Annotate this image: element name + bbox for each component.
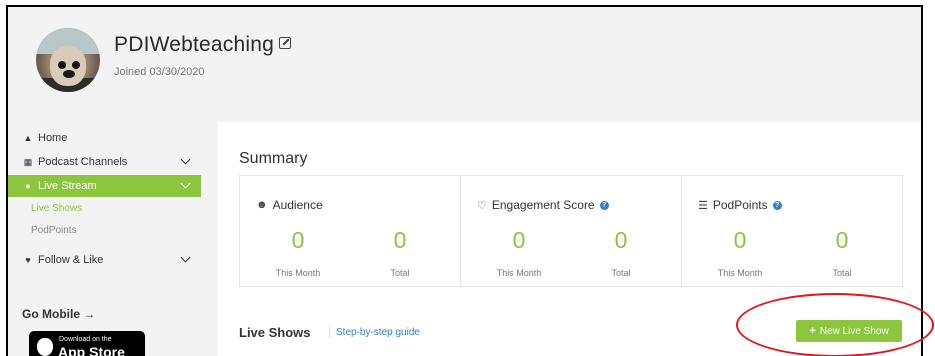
heart-icon: ♥ — [25, 255, 31, 265]
chevron-down-icon — [180, 154, 191, 165]
stat-total-value: 0 — [835, 227, 849, 253]
user-icon: ☻ — [256, 199, 268, 211]
sidebar-subitem-live-shows[interactable]: Live Shows — [31, 203, 82, 214]
broadcast-icon: ● — [25, 181, 31, 191]
app-store-label: App Store — [58, 344, 125, 356]
highlight-annotation — [736, 293, 934, 356]
stat-month-value: 0 — [733, 227, 747, 253]
heart-outline-icon: ♡ — [477, 199, 487, 212]
sidebar-item-live-stream[interactable]: ● Live Stream — [8, 175, 201, 197]
apple-icon — [37, 338, 53, 356]
stat-title: Audience — [272, 198, 323, 212]
stat-month-label: This Month — [496, 268, 542, 278]
stat-total-label: Total — [832, 268, 852, 278]
stat-title: Engagement Score — [491, 198, 595, 212]
stat-month-value: 0 — [512, 227, 526, 253]
step-by-step-guide-link[interactable]: Step-by-step guide — [329, 327, 420, 338]
app-store-badge[interactable]: Download on the App Store — [29, 331, 145, 356]
sidebar-item-label: Podcast Channels — [38, 156, 128, 168]
sidebar-item-home[interactable]: ▲ Home — [8, 127, 201, 149]
stat-month-label: This Month — [717, 268, 763, 278]
sidebar-item-follow-like[interactable]: ♥ Follow & Like — [8, 249, 201, 271]
stat-total-label: Total — [390, 268, 410, 278]
sidebar-item-label: Live Stream — [38, 180, 97, 192]
stat-card-audience: ☻ Audience 0 0 This Month Total — [240, 176, 461, 286]
edit-icon[interactable] — [279, 37, 292, 50]
info-icon[interactable]: ? — [599, 200, 609, 210]
sidebar-item-label: Follow & Like — [38, 254, 104, 266]
sidebar-subitem-podpoints[interactable]: PodPoints — [31, 225, 77, 236]
sidebar-item-label: Home — [38, 132, 68, 144]
coins-icon: ☰ — [698, 199, 708, 212]
stat-month-value: 0 — [291, 227, 305, 253]
stats-panel: ☻ Audience 0 0 This Month Total ♡ Engage… — [239, 175, 903, 287]
stat-title: PodPoints — [712, 198, 768, 212]
chevron-down-icon — [180, 252, 191, 263]
page-title: Summary — [239, 150, 308, 167]
stat-total-value: 0 — [393, 227, 407, 253]
avatar — [36, 28, 100, 92]
stat-card-engagement: ♡ Engagement Score ? 0 0 This Month Tota… — [461, 176, 682, 286]
stat-total-value: 0 — [614, 227, 628, 253]
username-text: PDIWebteaching — [114, 33, 275, 56]
profile-header: PDIWebteaching Joined 03/30/2020 — [8, 7, 921, 115]
profile-name: PDIWebteaching — [114, 33, 292, 57]
live-shows-heading: Live Shows — [239, 325, 311, 340]
app-store-caption: Download on the — [59, 336, 112, 343]
grid-icon: ▦ — [23, 156, 33, 167]
sidebar: ▲ Home ▦ Podcast Channels ● Live Stream … — [8, 115, 212, 356]
stat-card-podpoints: ☰ PodPoints ? 0 0 This Month Total — [682, 176, 902, 286]
home-icon: ▲ — [23, 133, 33, 143]
stat-month-label: This Month — [275, 268, 321, 278]
sidebar-item-podcast-channels[interactable]: ▦ Podcast Channels — [8, 151, 201, 173]
info-icon[interactable]: ? — [772, 200, 782, 210]
chevron-down-icon — [180, 178, 191, 189]
stat-total-label: Total — [611, 268, 631, 278]
go-mobile-heading: Go Mobile → — [22, 307, 96, 321]
joined-date: Joined 03/30/2020 — [114, 66, 205, 78]
